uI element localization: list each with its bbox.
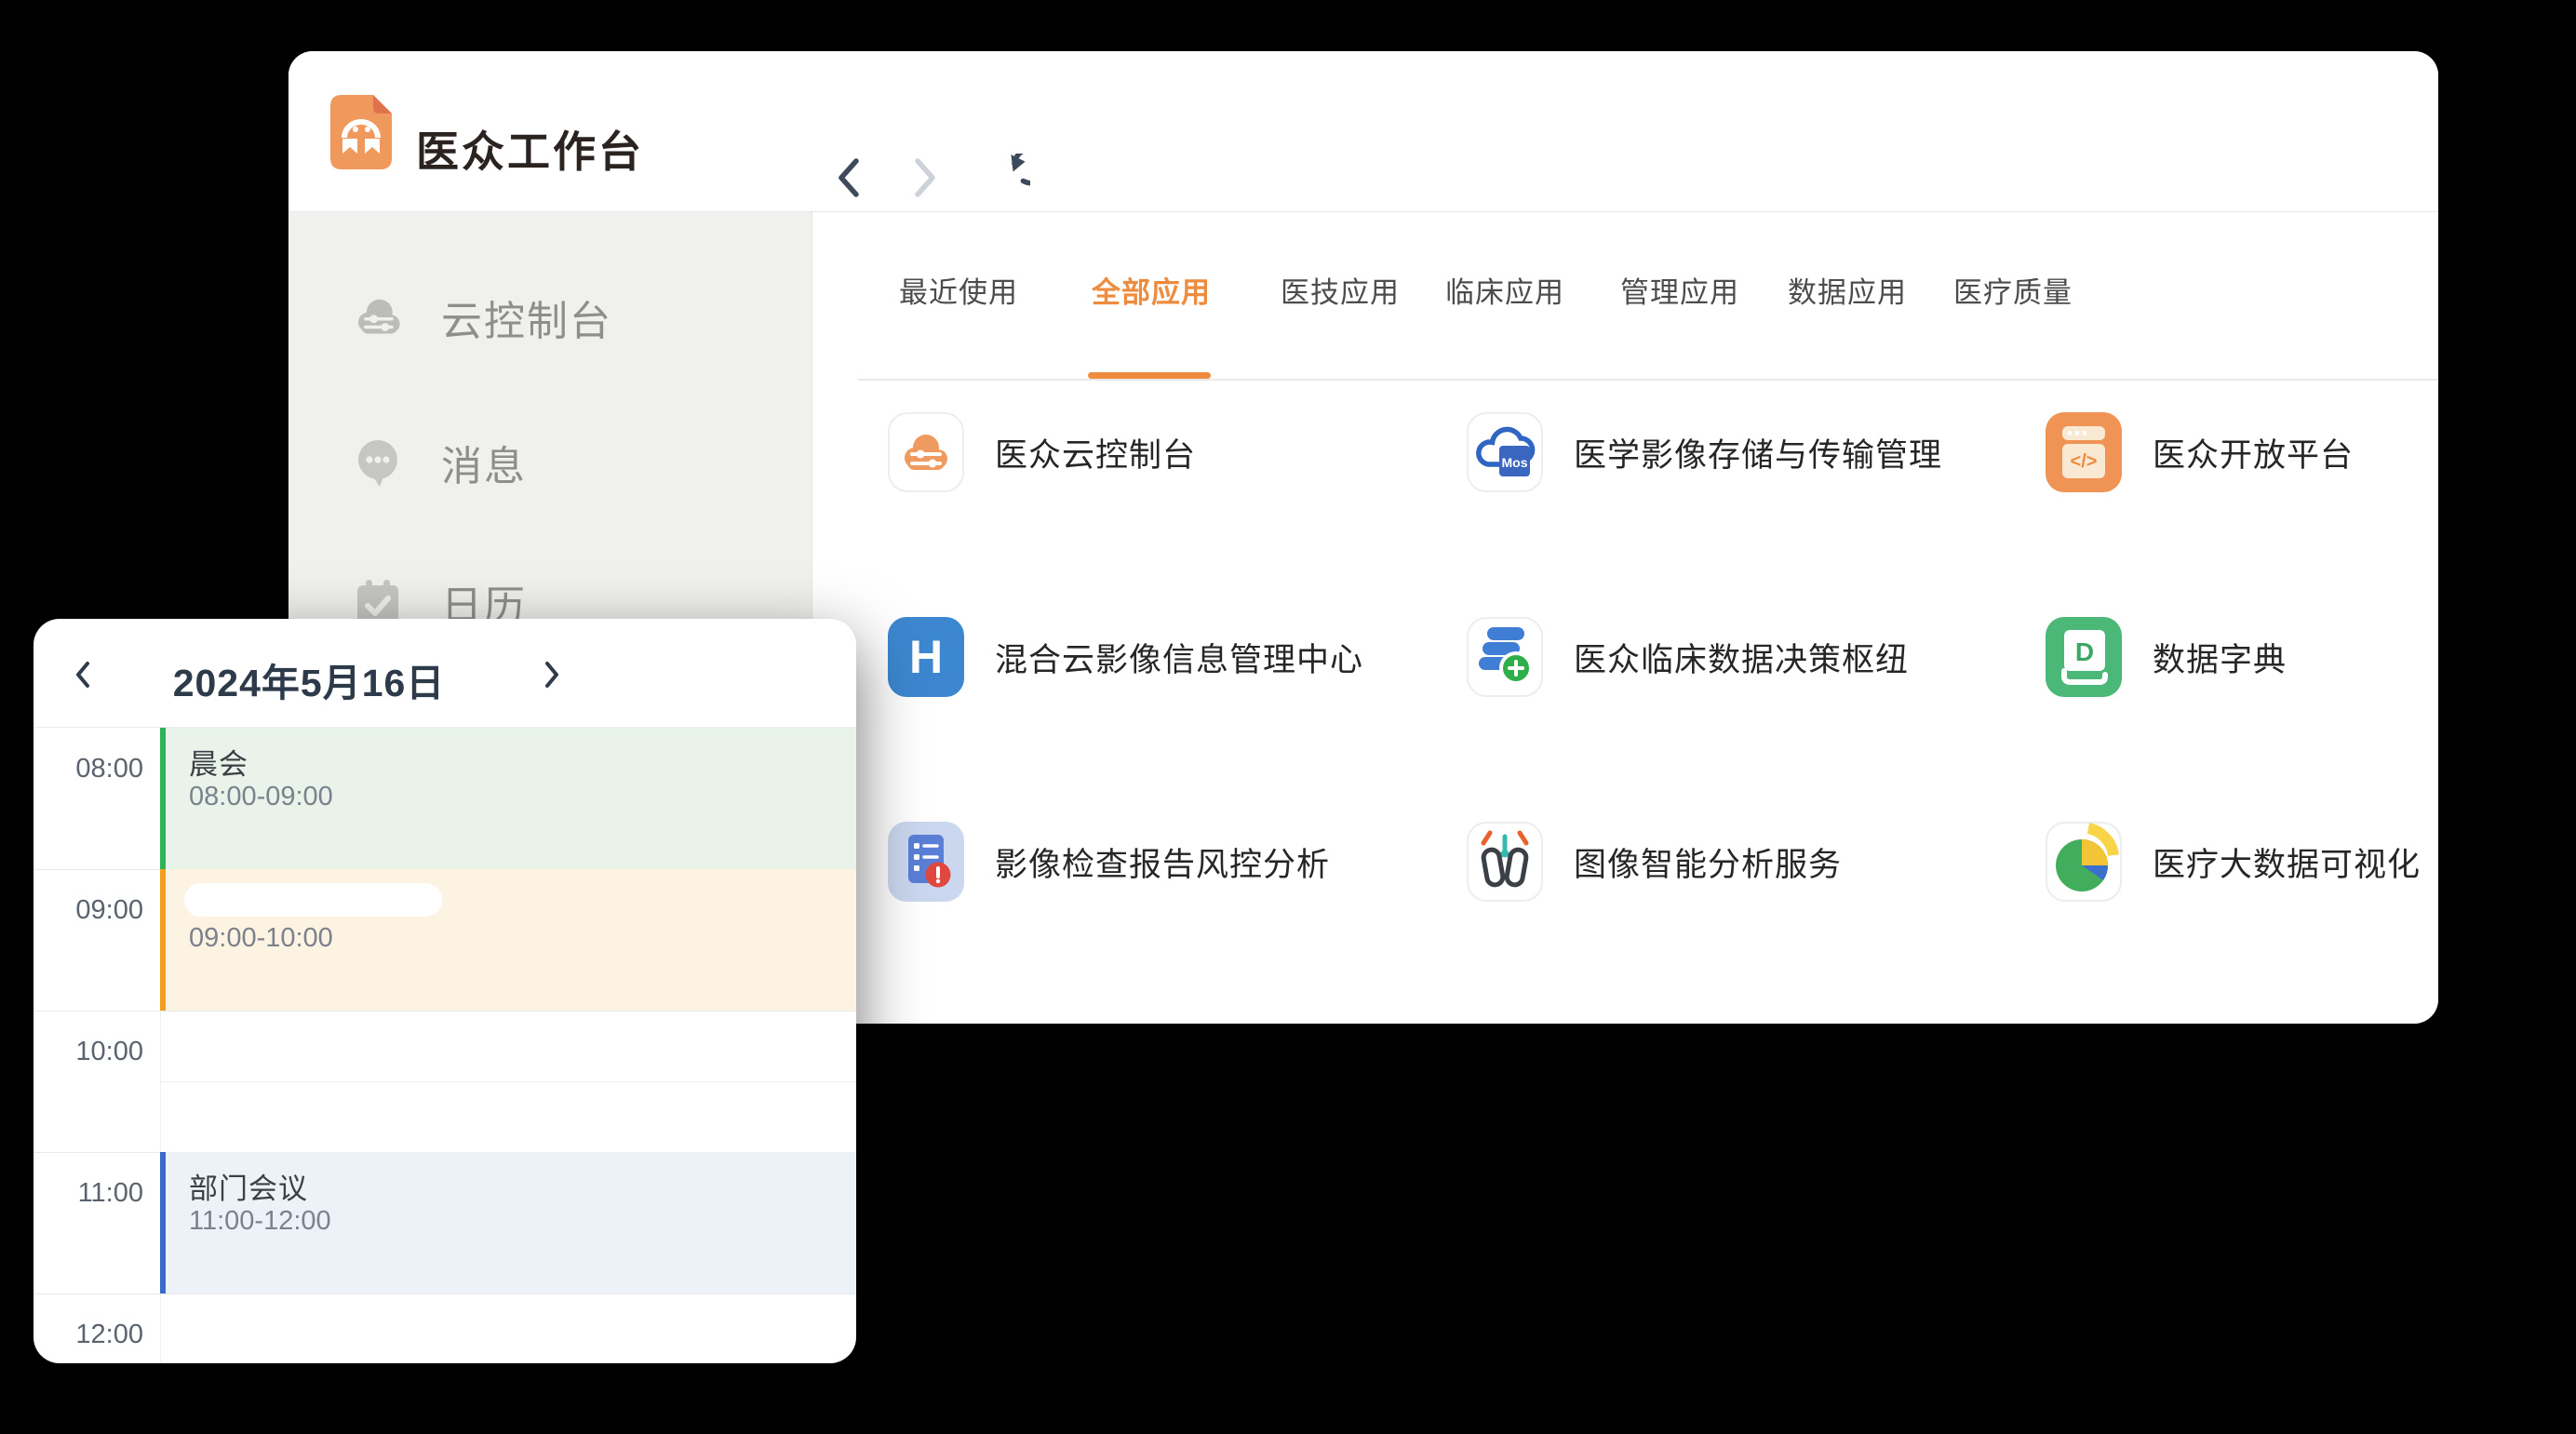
app-tile-hybrid-cloud-center[interactable]: H 混合云影像信息管理中心 [888,617,1363,697]
tab-management-apps[interactable]: 管理应用 [1620,275,1739,311]
tab-data-apps[interactable]: 数据应用 [1788,275,1907,311]
calendar-prev-button[interactable] [67,654,108,695]
sidebar-item-label: 云控制台 [441,288,612,347]
open-platform-code-icon: </> [2046,412,2122,492]
event-time: 11:00-12:00 [189,1206,331,1237]
sidebar-item-messages[interactable]: 消息 [288,434,812,491]
app-tile-cloud-console[interactable]: 医众云控制台 [888,412,1196,492]
pie-chart-icon [2046,822,2122,902]
app-title: 医众工作台 [416,118,644,180]
app-label: 医众云控制台 [995,429,1196,476]
calendar-event-department-meeting[interactable]: 部门会议 11:00-12:00 [160,1152,856,1293]
half-hour-gridline [161,1081,856,1082]
app-label: 图像智能分析服务 [1574,838,1842,886]
event-title: 部门会议 [189,1165,308,1207]
event-time: 08:00-09:00 [189,782,333,812]
time-label: 12:00 [34,1319,143,1350]
hour-gridline [34,1011,856,1012]
lungs-ai-icon [1467,822,1543,902]
report-risk-icon [888,822,964,902]
refresh-icon [982,154,1030,202]
app-tile-report-risk-analysis[interactable]: 影像检查报告风控分析 [888,822,1330,902]
sidebar-item-cloud-console[interactable]: 云控制台 [288,288,812,346]
forward-button[interactable] [906,148,954,208]
calendar-date: 2024年5月16日 [160,651,458,707]
app-label: 医学影像存储与传输管理 [1574,429,1942,476]
chevron-right-icon [906,154,954,202]
event-time: 09:00-10:00 [189,923,333,954]
tab-medtech-apps[interactable]: 医技应用 [1281,275,1400,311]
app-label: 医疗大数据可视化 [2153,838,2421,886]
app-tile-image-ai-analysis[interactable]: 图像智能分析服务 [1467,822,1842,902]
calendar-event-redacted[interactable]: 09:00-10:00 [160,869,856,1011]
tabbar-divider [858,379,2438,381]
back-button[interactable] [831,148,879,208]
tab-all-apps[interactable]: 全部应用 [1092,275,1211,311]
cloud-storage-icon: Mos [1467,412,1543,492]
calendar-day-view: 08:00 09:00 10:00 11:00 12:00 晨会 08:00-0… [34,728,856,1363]
app-label: 混合云影像信息管理中心 [995,634,1363,681]
chevron-left-icon [831,154,879,202]
calendar-header: 2024年5月16日 [34,619,856,728]
tab-clinical-apps[interactable]: 临床应用 [1445,275,1564,311]
app-label: 数据字典 [2153,634,2287,681]
tab-recent[interactable]: 最近使用 [899,275,1018,311]
time-label: 11:00 [34,1177,143,1209]
app-label: 影像检查报告风控分析 [995,838,1330,886]
tab-quality[interactable]: 医疗质量 [1953,275,2073,311]
chevron-left-icon [67,654,108,695]
time-label: 09:00 [34,894,143,926]
titlebar: 医众工作台 [288,51,2438,212]
active-tab-indicator [1088,372,1211,379]
calendar-event-morning-meeting[interactable]: 晨会 08:00-09:00 [160,728,856,869]
clinical-database-icon [1467,617,1543,697]
app-logo-icon [330,95,392,169]
cloud-console-icon [352,291,404,343]
hour-gridline [34,1293,856,1294]
time-label: 08:00 [34,753,143,784]
messages-icon [352,436,404,489]
app-label: 医众临床数据决策枢纽 [1574,634,1909,681]
event-title: 晨会 [189,741,248,783]
code-glyph: </> [2071,451,2098,472]
app-tile-data-dictionary[interactable]: D 数据字典 [2046,617,2287,697]
calendar-next-button[interactable] [536,654,577,695]
app-tile-clinical-data-hub[interactable]: 医众临床数据决策枢纽 [1467,617,1909,697]
mos-badge: Mos [1502,455,1528,470]
refresh-button[interactable] [982,148,1030,208]
calendar-panel: 2024年5月16日 08:00 09:00 10:00 11:00 12:00… [34,619,856,1363]
event-title-redacted-pill [184,883,442,917]
app-tile-big-data-visualization[interactable]: 医疗大数据可视化 [2046,822,2421,902]
chevron-right-icon [536,654,577,695]
time-label: 10:00 [34,1036,143,1067]
h-glyph: H [909,631,943,683]
d-glyph: D [2075,637,2094,666]
app-tile-open-platform[interactable]: </> 医众开放平台 [2046,412,2354,492]
app-label: 医众开放平台 [2153,429,2354,476]
sidebar-item-label: 消息 [441,433,527,492]
data-dictionary-icon: D [2046,617,2122,697]
cloud-sliders-icon [888,412,964,492]
hybrid-cloud-icon: H [888,617,964,697]
content-area: 最近使用 全部应用 医技应用 临床应用 管理应用 数据应用 医疗质量 [812,212,2438,1024]
app-tile-image-storage[interactable]: Mos 医学影像存储与传输管理 [1467,412,1942,492]
